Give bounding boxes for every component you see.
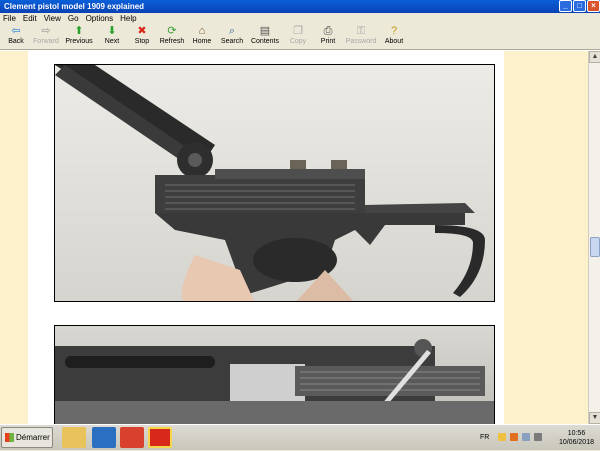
vertical-scrollbar[interactable]: ▲ ▼: [588, 51, 600, 424]
close-button[interactable]: ×: [587, 0, 600, 12]
back-arrow-icon: ⇦: [11, 25, 21, 37]
menu-view[interactable]: View: [44, 13, 61, 24]
windows-logo-icon: [5, 433, 14, 442]
scroll-down-button[interactable]: ▼: [589, 412, 600, 424]
scroll-up-button[interactable]: ▲: [589, 51, 600, 63]
menu-options[interactable]: Options: [86, 13, 114, 24]
toolbar-button-label: Search: [220, 38, 244, 45]
toolbar-print-button[interactable]: ⎙ Print: [314, 24, 342, 45]
toolbar-button-label: Copy: [289, 38, 307, 45]
ebook-reader-icon[interactable]: [148, 427, 172, 448]
scroll-thumb[interactable]: [590, 237, 600, 257]
pistol-photo-bottom: [54, 325, 495, 424]
toolbar-password-button: ⚿ Password: [344, 24, 378, 45]
contents-icon: ▤: [259, 25, 271, 37]
network-icon[interactable]: [522, 433, 530, 441]
toolbar-home-button[interactable]: ⌂ Home: [188, 24, 216, 45]
menu-go[interactable]: Go: [68, 13, 79, 24]
toolbar-copy-button: ❐ Copy: [284, 24, 312, 45]
file-explorer-icon[interactable]: [62, 427, 86, 448]
key-icon: ⚿: [356, 25, 366, 37]
toolbar-button-label: Contents: [250, 38, 280, 45]
taskbar: Démarrer FR 10:56 10/06/2018: [0, 424, 600, 450]
search-icon: ⌕: [228, 25, 236, 37]
menu-bar: File Edit View Go Options Help: [0, 13, 600, 24]
question-icon: ?: [390, 25, 398, 37]
down-arrow-icon: ⬇: [107, 25, 117, 37]
home-icon: ⌂: [198, 25, 206, 37]
copy-icon: ❐: [293, 25, 303, 37]
minimize-button[interactable]: _: [559, 0, 572, 12]
toolbar: ⇦ Back ⇨ Forward ⬆ Previous ⬇ Next ✖ Stop ⟳ Refresh…: [0, 24, 600, 50]
alert-icon[interactable]: [510, 433, 518, 441]
forward-arrow-icon: ⇨: [41, 25, 51, 37]
volume-icon[interactable]: [534, 433, 542, 441]
clock-date: 10/06/2018: [558, 439, 594, 446]
toolbar-button-label: Home: [192, 38, 212, 45]
maximize-button[interactable]: □: [573, 0, 586, 12]
toolbar-next-button[interactable]: ⬇ Next: [98, 24, 126, 45]
toolbar-refresh-button[interactable]: ⟳ Refresh: [158, 24, 186, 45]
browser-icon[interactable]: [92, 427, 116, 448]
toolbar-button-label: Stop: [134, 38, 150, 45]
toolbar-button-label: Back: [8, 38, 24, 45]
menu-edit[interactable]: Edit: [23, 13, 37, 24]
toolbar-button-label: Password: [345, 38, 377, 45]
language-indicator[interactable]: FR: [480, 434, 489, 441]
toolbar-button-label: Previous: [65, 38, 93, 45]
toolbar-about-button[interactable]: ? About: [380, 24, 408, 45]
toolbar-button-label: Forward: [33, 38, 59, 45]
stop-icon: ✖: [137, 25, 147, 37]
clock[interactable]: 10:56 10/06/2018: [559, 429, 594, 447]
toolbar-button-label: Next: [104, 38, 120, 45]
refresh-icon: ⟳: [167, 25, 177, 37]
system-tray: FR 10:56 10/06/2018: [470, 425, 600, 451]
toolbar-stop-button[interactable]: ✖ Stop: [128, 24, 156, 45]
toolbar-button-label: Print: [320, 38, 336, 45]
chrome-icon[interactable]: [120, 427, 144, 448]
up-arrow-icon: ⬆: [74, 25, 84, 37]
toolbar-back-button[interactable]: ⇦ Back: [2, 24, 30, 45]
toolbar-forward-button: ⇨ Forward: [32, 24, 60, 45]
toolbar-button-label: About: [384, 38, 404, 45]
document-viewport[interactable]: [0, 51, 588, 424]
toolbar-search-button[interactable]: ⌕ Search: [218, 24, 246, 45]
flag-icon[interactable]: [498, 433, 506, 441]
toolbar-contents-button[interactable]: ▤ Contents: [248, 24, 282, 45]
menu-help[interactable]: Help: [120, 13, 136, 24]
print-icon: ⎙: [323, 25, 333, 37]
toolbar-previous-button[interactable]: ⬆ Previous: [62, 24, 96, 45]
window-title: Clement pistol model 1909 explained: [4, 2, 145, 11]
menu-file[interactable]: File: [3, 13, 16, 24]
clock-time: 10:56: [567, 430, 586, 437]
start-button[interactable]: Démarrer: [1, 427, 53, 448]
document-page: [28, 51, 504, 424]
toolbar-button-label: Refresh: [159, 38, 185, 45]
start-label: Démarrer: [16, 433, 50, 442]
title-bar: Clement pistol model 1909 explained _ □ …: [0, 0, 600, 13]
pistol-photo-top: [54, 64, 495, 302]
